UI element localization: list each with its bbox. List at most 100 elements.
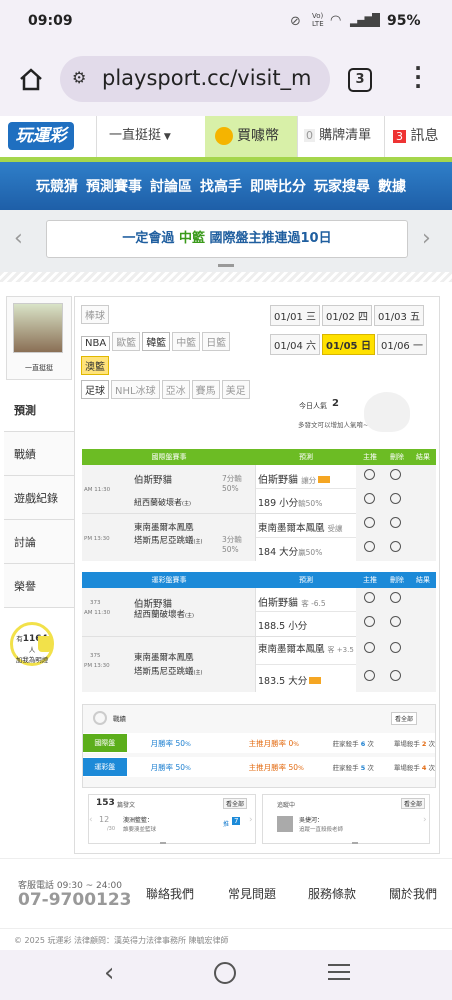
single-label: 單場殺手 <box>393 764 420 772</box>
msg-count: 3 <box>393 130 406 143</box>
league-nfl[interactable]: 美足 <box>221 380 250 399</box>
delete-radio[interactable] <box>390 642 401 653</box>
league-jbl[interactable]: 日籃 <box>202 332 231 351</box>
league-euro[interactable]: 歐籃 <box>112 332 141 351</box>
posts-label: 篇發文 <box>117 802 136 809</box>
follow-avatar[interactable] <box>277 816 293 832</box>
league-soccer[interactable]: 足球 <box>81 380 109 399</box>
sidebar-item-predict[interactable]: 預測 <box>4 388 74 432</box>
follows-next-icon[interactable]: › <box>423 815 427 825</box>
intl-pick-2: 東南墨爾本鳳凰 受讓 184 大分贏50% <box>256 513 356 561</box>
sidebar-item-record[interactable]: 戰績 <box>4 432 74 476</box>
game-time: PM 13:30 <box>84 536 110 542</box>
nav-item-predict[interactable]: 預測賽事 <box>86 176 142 196</box>
follows-label: 追蹤中 <box>277 802 296 809</box>
date-0105[interactable]: 01/05 日 <box>322 334 375 355</box>
banner-card[interactable]: 一定會過 中籃 國際盤主推連過10日 <box>46 220 408 258</box>
menu-icon[interactable]: · · · <box>413 58 423 96</box>
game-time: AM 11:30 <box>84 610 111 616</box>
buy-coins-button[interactable]: 買噱幣 <box>205 116 297 157</box>
date-0103[interactable]: 01/03 五 <box>374 305 424 326</box>
avatar[interactable] <box>13 303 63 353</box>
battery-icon <box>372 13 380 27</box>
date-0102[interactable]: 01/02 四 <box>322 305 372 326</box>
main-pick-radio[interactable] <box>364 592 375 603</box>
nav-item-guess[interactable]: 玩競猜 <box>36 176 78 196</box>
follows-all-button[interactable]: 看全部 <box>401 798 426 809</box>
main-pick-radio[interactable] <box>364 541 375 552</box>
post-board[interactable]: 澳洲籃籃： <box>123 815 153 824</box>
tabs-button[interactable]: 3 <box>348 68 372 92</box>
league-baseball[interactable]: 棒球 <box>81 305 109 324</box>
league-nbl[interactable]: 澳籃 <box>81 356 109 375</box>
recents-icon[interactable] <box>328 964 350 980</box>
home-tag: (主) <box>185 613 194 619</box>
tw-game-1: 373 AM 11:30 伯斯野貓 紐西蘭破壞者(主) <box>82 588 256 636</box>
league-nba[interactable]: NBA <box>81 336 111 351</box>
back-icon[interactable]: ‹ <box>104 958 114 988</box>
nav-item-forum[interactable]: 討論區 <box>150 176 192 196</box>
tw-rows: 373 AM 11:30 伯斯野貓 紐西蘭破壞者(主) 伯斯野貓 客 -6.5 … <box>82 588 436 692</box>
main-pick-radio[interactable] <box>364 616 375 627</box>
follow-name[interactable]: 吳捷河： <box>299 815 323 824</box>
league-kbl[interactable]: 韓籃 <box>142 332 171 351</box>
delete-radio[interactable] <box>390 469 401 480</box>
main-pick-radio[interactable] <box>364 670 375 681</box>
sidebar-item-game-log[interactable]: 遊戲紀錄 <box>4 476 74 520</box>
main-pick-radio[interactable] <box>364 517 375 528</box>
post-day: 12 <box>99 815 110 824</box>
record-row-tw: 運彩盤 月勝率 50% 主推月勝率 50% 莊家殺手 5 次 單場殺手 4 次 <box>83 757 435 777</box>
posts-next-icon[interactable]: › <box>249 815 253 825</box>
fans-line2: 加我為明燈 <box>15 656 49 664</box>
date-0101[interactable]: 01/01 三 <box>270 305 320 326</box>
month-win: 月勝率 50% <box>127 738 191 749</box>
post-snippet[interactable]: 誰要澳並籃球 <box>123 825 156 833</box>
footer-terms-link[interactable]: 服務條款 <box>308 885 356 902</box>
mute-icon: ⊘ <box>290 14 301 29</box>
nav-item-livescore[interactable]: 即時比分 <box>250 176 306 196</box>
league-asia-hockey[interactable]: 亞冰 <box>161 380 190 399</box>
date-0104[interactable]: 01/04 六 <box>270 334 320 355</box>
banner-next-icon[interactable]: › <box>422 226 431 251</box>
url-field[interactable]: ⚙ playsport.cc/visit_m <box>60 56 330 102</box>
footer-contact-link[interactable]: 聯絡我們 <box>146 885 194 902</box>
main-pick-radio[interactable] <box>364 642 375 653</box>
watchlist-button[interactable]: 0 購牌清單 <box>297 116 383 157</box>
messages-button[interactable]: 3 訊息 <box>384 116 452 157</box>
sidebar-item-discuss[interactable]: 討論 <box>4 520 74 564</box>
delete-radio[interactable] <box>390 670 401 681</box>
delete-radio[interactable] <box>390 616 401 627</box>
promo-banner: ‹ 一定會過 中籃 國際盤主推連過10日 › <box>0 210 452 272</box>
main-pick-radio[interactable] <box>364 493 375 504</box>
tw-pick-1: 伯斯野貓 客 -6.5 188.5 小分 <box>256 588 356 636</box>
site-settings-icon[interactable]: ⚙ <box>72 68 86 87</box>
nav-item-experts[interactable]: 找高手 <box>200 176 242 196</box>
user-dropdown[interactable]: 一直挺挺 ▼ <box>96 116 202 157</box>
posts-all-button[interactable]: 看全部 <box>223 798 248 809</box>
league-nhl[interactable]: NHL冰球 <box>111 380 160 399</box>
site-logo[interactable]: 玩運彩 <box>8 122 74 150</box>
nav-item-data[interactable]: 數據 <box>378 176 406 196</box>
pick-team: 伯斯野貓 <box>258 475 298 486</box>
delete-radio[interactable] <box>390 517 401 528</box>
home-circle-icon[interactable] <box>214 962 236 984</box>
main-pick-radio[interactable] <box>364 469 375 480</box>
posts-prev-icon[interactable]: ‹ <box>89 815 93 825</box>
league-cba[interactable]: 中籃 <box>172 332 201 351</box>
url-text[interactable]: playsport.cc/visit_m <box>102 66 324 90</box>
sidebar-item-honor[interactable]: 榮譽 <box>4 564 74 608</box>
delete-radio[interactable] <box>390 592 401 603</box>
nav-item-player-search[interactable]: 玩家搜尋 <box>314 176 370 196</box>
banner-prev-icon[interactable]: ‹ <box>14 226 23 251</box>
league-horse[interactable]: 賽馬 <box>191 380 220 399</box>
home-tag: (主) <box>193 539 203 545</box>
record-all-button[interactable]: 看全部 <box>391 712 418 725</box>
footer-phone: 07-9700123 <box>18 890 132 910</box>
date-0106[interactable]: 01/06 一 <box>376 334 427 355</box>
delete-radio[interactable] <box>390 541 401 552</box>
team-home-name: 紐西蘭破壞者 <box>134 498 182 507</box>
home-icon[interactable] <box>18 66 44 92</box>
footer-about-link[interactable]: 關於我們 <box>389 885 437 902</box>
delete-radio[interactable] <box>390 493 401 504</box>
footer-faq-link[interactable]: 常見問題 <box>228 885 276 902</box>
